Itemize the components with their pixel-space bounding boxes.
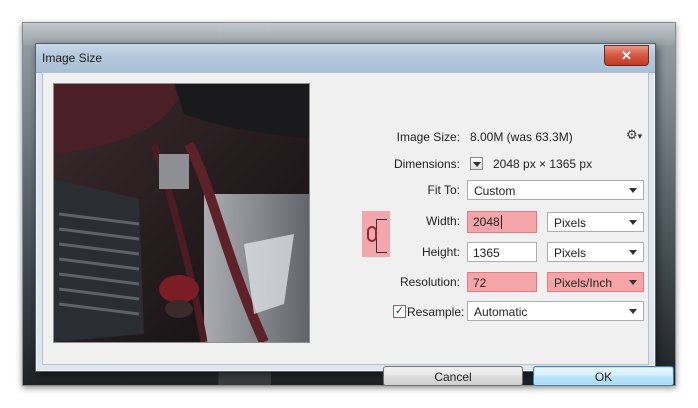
height-input[interactable]: 1365 xyxy=(467,242,537,262)
resolution-label: Resolution: xyxy=(399,275,460,289)
dialog-body: Image Size: 8.00M (was 63.3M) ⚙▾ Dimensi… xyxy=(42,72,674,386)
image-size-value: 8.00M (was 63.3M) xyxy=(470,130,573,144)
chevron-down-icon xyxy=(629,220,637,225)
resample-value: Automatic xyxy=(474,305,528,319)
width-input[interactable]: 2048 xyxy=(467,211,537,233)
height-label: Height: xyxy=(421,245,460,259)
chevron-down-icon xyxy=(629,188,637,193)
cancel-button[interactable]: Cancel xyxy=(383,366,523,386)
close-icon: ✕ xyxy=(621,47,632,63)
dimensions-value: 2048 px × 1365 px xyxy=(493,157,593,171)
image-size-label: Image Size: xyxy=(396,130,460,144)
ok-button[interactable]: OK xyxy=(533,366,674,386)
width-label: Width: xyxy=(425,214,460,228)
preview-image xyxy=(54,84,309,342)
image-size-dialog: Image Size ✕ Image Size: 8.00M (was 63.3… xyxy=(35,43,674,386)
resolution-value: 72 xyxy=(473,276,487,290)
chevron-down-icon xyxy=(629,309,637,314)
dialog-title: Image Size xyxy=(42,51,103,65)
close-button[interactable]: ✕ xyxy=(604,45,649,66)
resolution-unit-select[interactable]: Pixels/Inch xyxy=(547,272,644,292)
dimensions-label: Dimensions: xyxy=(393,157,460,171)
resample-select[interactable]: Automatic xyxy=(467,301,644,321)
gear-icon[interactable]: ⚙▾ xyxy=(626,127,642,143)
height-unit-select[interactable]: Pixels xyxy=(547,242,644,262)
background-strip xyxy=(23,23,675,45)
chain-link-icon[interactable] xyxy=(367,226,377,242)
resample-label: Resample: xyxy=(407,305,465,319)
chevron-down-icon xyxy=(473,162,481,167)
width-unit-value: Pixels xyxy=(554,216,587,230)
chevron-down-icon xyxy=(629,280,637,285)
height-unit-value: Pixels xyxy=(554,246,587,260)
title-bar: Image Size ✕ xyxy=(36,44,655,73)
width-value: 2048 xyxy=(473,215,500,229)
fit-to-select[interactable]: Custom xyxy=(467,180,644,200)
height-value: 1365 xyxy=(473,246,500,260)
image-preview[interactable] xyxy=(53,83,310,343)
resample-checkbox[interactable]: ✓ xyxy=(393,305,406,318)
fit-to-value: Custom xyxy=(474,184,516,198)
width-unit-select[interactable]: Pixels xyxy=(547,212,644,232)
resolution-unit-value: Pixels/Inch xyxy=(554,276,613,290)
fit-to-label: Fit To: xyxy=(427,183,460,197)
dimensions-units-dropdown[interactable] xyxy=(470,157,483,170)
resolution-input[interactable]: 72 xyxy=(467,272,537,292)
chevron-down-icon xyxy=(629,250,637,255)
